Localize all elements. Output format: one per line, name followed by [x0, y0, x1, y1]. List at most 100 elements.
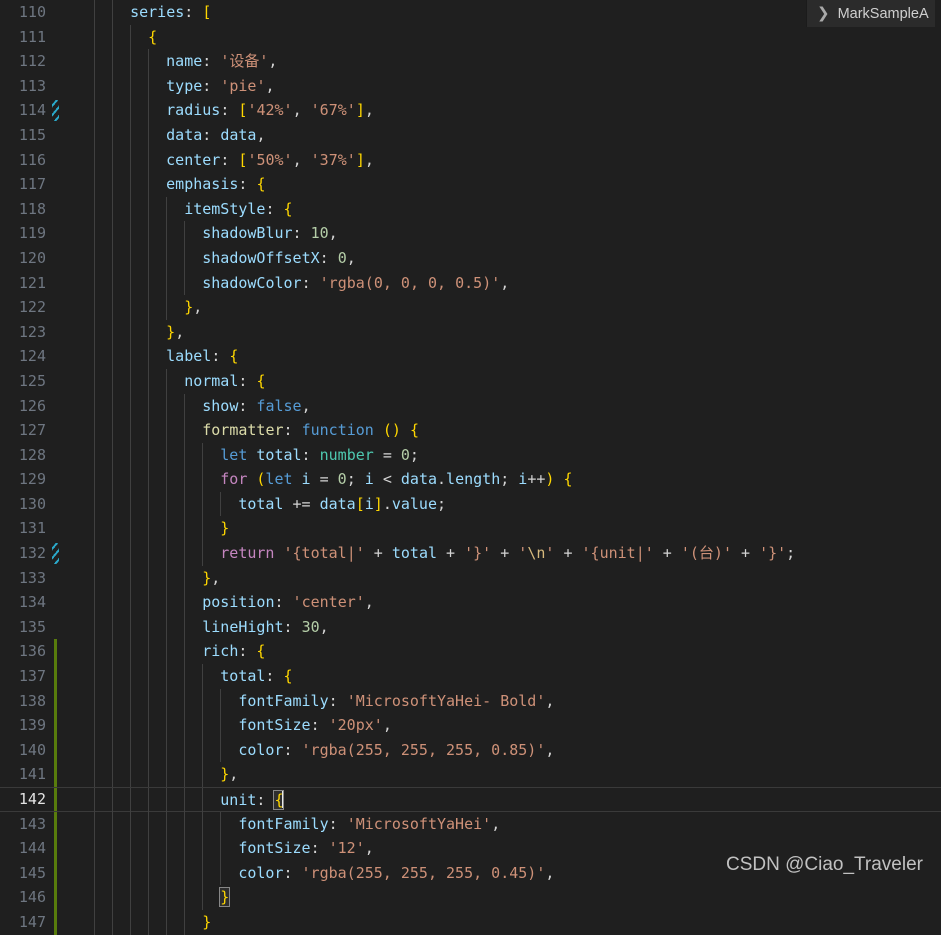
line-content: color: 'rgba(255, 255, 255, 0.85)',: [0, 737, 941, 763]
code-line[interactable]: 121 shadowColor: 'rgba(0, 0, 0, 0.5)',: [0, 270, 941, 296]
code-text: rich: {: [202, 642, 266, 661]
code-line[interactable]: 125 normal: {: [0, 368, 941, 394]
code-line[interactable]: 111{: [0, 24, 941, 50]
code-line[interactable]: 114 radius: ['42%', '67%'],: [0, 98, 941, 123]
code-text: show: false,: [202, 396, 311, 415]
line-content: {: [0, 24, 941, 50]
indent-guides: [0, 762, 941, 787]
code-text: shadowColor: 'rgba(0, 0, 0, 0.5)',: [202, 273, 510, 292]
bracket-match: }: [219, 887, 231, 908]
indent-guides: [0, 639, 941, 665]
line-content: lineHight: 30,: [0, 614, 941, 640]
line-content: name: '设备',: [0, 49, 941, 74]
code-line[interactable]: 137 total: {: [0, 664, 941, 689]
code-text: type: 'pie',: [166, 76, 275, 95]
line-content: shadowBlur: 10,: [0, 221, 941, 246]
code-editor[interactable]: ❯ MarkSampleA 110 series: [111{112 name: '…: [0, 0, 941, 935]
code-line[interactable]: 130 total += data[i].value;: [0, 491, 941, 517]
code-line[interactable]: 131}: [0, 516, 941, 542]
code-line[interactable]: 132 return '{total|' + total + '}' + '\n'…: [0, 541, 941, 566]
code-text: fontFamily: 'MicrosoftYaHei',: [238, 814, 501, 833]
code-line[interactable]: 129 for (let i = 0; i < data.length; i++)…: [0, 467, 941, 492]
code-line[interactable]: 110 series: [: [0, 0, 941, 25]
indent-guides: [0, 49, 941, 74]
code-line[interactable]: 134 position: 'center',: [0, 590, 941, 615]
code-text: {: [148, 27, 158, 46]
line-content: }: [0, 909, 941, 935]
line-content: fontFamily: 'MicrosoftYaHei',: [0, 811, 941, 837]
code-text: unit: {: [220, 790, 285, 810]
line-content: },: [0, 319, 941, 345]
code-line[interactable]: 124 label: {: [0, 344, 941, 369]
code-line[interactable]: 140 color: 'rgba(255, 255, 255, 0.85)',: [0, 737, 941, 763]
line-content: position: 'center',: [0, 590, 941, 615]
line-content: formatter: function () {: [0, 418, 941, 443]
line-content: shadowColor: 'rgba(0, 0, 0, 0.5)',: [0, 270, 941, 296]
line-content: let total: number = 0;: [0, 442, 941, 468]
code-line[interactable]: 135 lineHight: 30,: [0, 614, 941, 640]
indent-guides: [0, 885, 941, 910]
code-line[interactable]: 139 fontSize: '20px',: [0, 713, 941, 738]
line-content: },: [0, 565, 941, 591]
breadcrumb-label: MarkSampleA: [837, 5, 929, 22]
indent-guides: [0, 172, 941, 197]
code-text: itemStyle: {: [184, 199, 293, 218]
code-line[interactable]: 136 rich: {: [0, 639, 941, 665]
code-text: radius: ['42%', '67%'],: [166, 101, 374, 120]
breadcrumb[interactable]: ❯ MarkSampleA: [806, 0, 935, 27]
indent-guides: [0, 393, 941, 419]
indent-guides: [0, 614, 941, 640]
code-line[interactable]: 115 data: data,: [0, 122, 941, 148]
code-text: }: [202, 912, 212, 931]
code-text: fontSize: '20px',: [238, 716, 392, 735]
code-line[interactable]: 127 formatter: function () {: [0, 418, 941, 443]
code-line[interactable]: 122},: [0, 295, 941, 320]
code-line[interactable]: 123},: [0, 319, 941, 345]
code-text: },: [220, 765, 239, 784]
code-text: name: '设备',: [166, 52, 278, 71]
indent-guides: [0, 319, 941, 345]
code-line[interactable]: 113 type: 'pie',: [0, 73, 941, 99]
line-content: normal: {: [0, 368, 941, 394]
indent-guides: [0, 98, 941, 123]
code-line[interactable]: 146}: [0, 885, 941, 910]
indent-guides: [0, 590, 941, 615]
code-line[interactable]: 116 center: ['50%', '37%'],: [0, 147, 941, 173]
code-text: series: [: [130, 3, 212, 21]
code-line[interactable]: 126 show: false,: [0, 393, 941, 419]
code-text: lineHight: 30,: [202, 617, 329, 636]
code-line[interactable]: 117 emphasis: {: [0, 172, 941, 197]
line-content: show: false,: [0, 393, 941, 419]
indent-guides: [0, 516, 941, 542]
line-content: },: [0, 295, 941, 320]
code-line[interactable]: 138 fontFamily: 'MicrosoftYaHei- Bold',: [0, 688, 941, 714]
code-line[interactable]: 119 shadowBlur: 10,: [0, 221, 941, 246]
line-content: rich: {: [0, 639, 941, 665]
indent-guides: [0, 147, 941, 173]
code-line[interactable]: 118 itemStyle: {: [0, 196, 941, 222]
line-content: }: [0, 516, 941, 542]
code-line[interactable]: 141},: [0, 762, 941, 787]
code-text: fontSize: '12',: [238, 839, 374, 858]
code-line[interactable]: 133},: [0, 565, 941, 591]
code-line[interactable]: 112 name: '设备',: [0, 49, 941, 74]
indent-guides: [0, 245, 941, 271]
code-content[interactable]: 110 series: [111{112 name: '设备', 113 type: '…: [0, 0, 941, 935]
indent-guides: [0, 565, 941, 591]
code-text: },: [202, 568, 221, 587]
line-content: radius: ['42%', '67%'],: [0, 98, 941, 123]
code-line[interactable]: 142 unit: {: [0, 787, 941, 813]
code-text: color: 'rgba(255, 255, 255, 0.45)',: [238, 863, 555, 882]
code-line[interactable]: 143 fontFamily: 'MicrosoftYaHei',: [0, 811, 941, 837]
indent-guides: [0, 442, 941, 468]
code-text: data: data,: [166, 125, 266, 144]
code-line[interactable]: 128 let total: number = 0;: [0, 442, 941, 468]
code-line[interactable]: 147}: [0, 909, 941, 935]
line-content: data: data,: [0, 122, 941, 148]
code-line[interactable]: 120 shadowOffsetX: 0,: [0, 245, 941, 271]
line-content: }: [0, 885, 941, 910]
indent-guides: [0, 368, 941, 394]
indent-guides: [0, 344, 941, 369]
indent-guides: [0, 418, 941, 443]
indent-guides: [0, 73, 941, 99]
